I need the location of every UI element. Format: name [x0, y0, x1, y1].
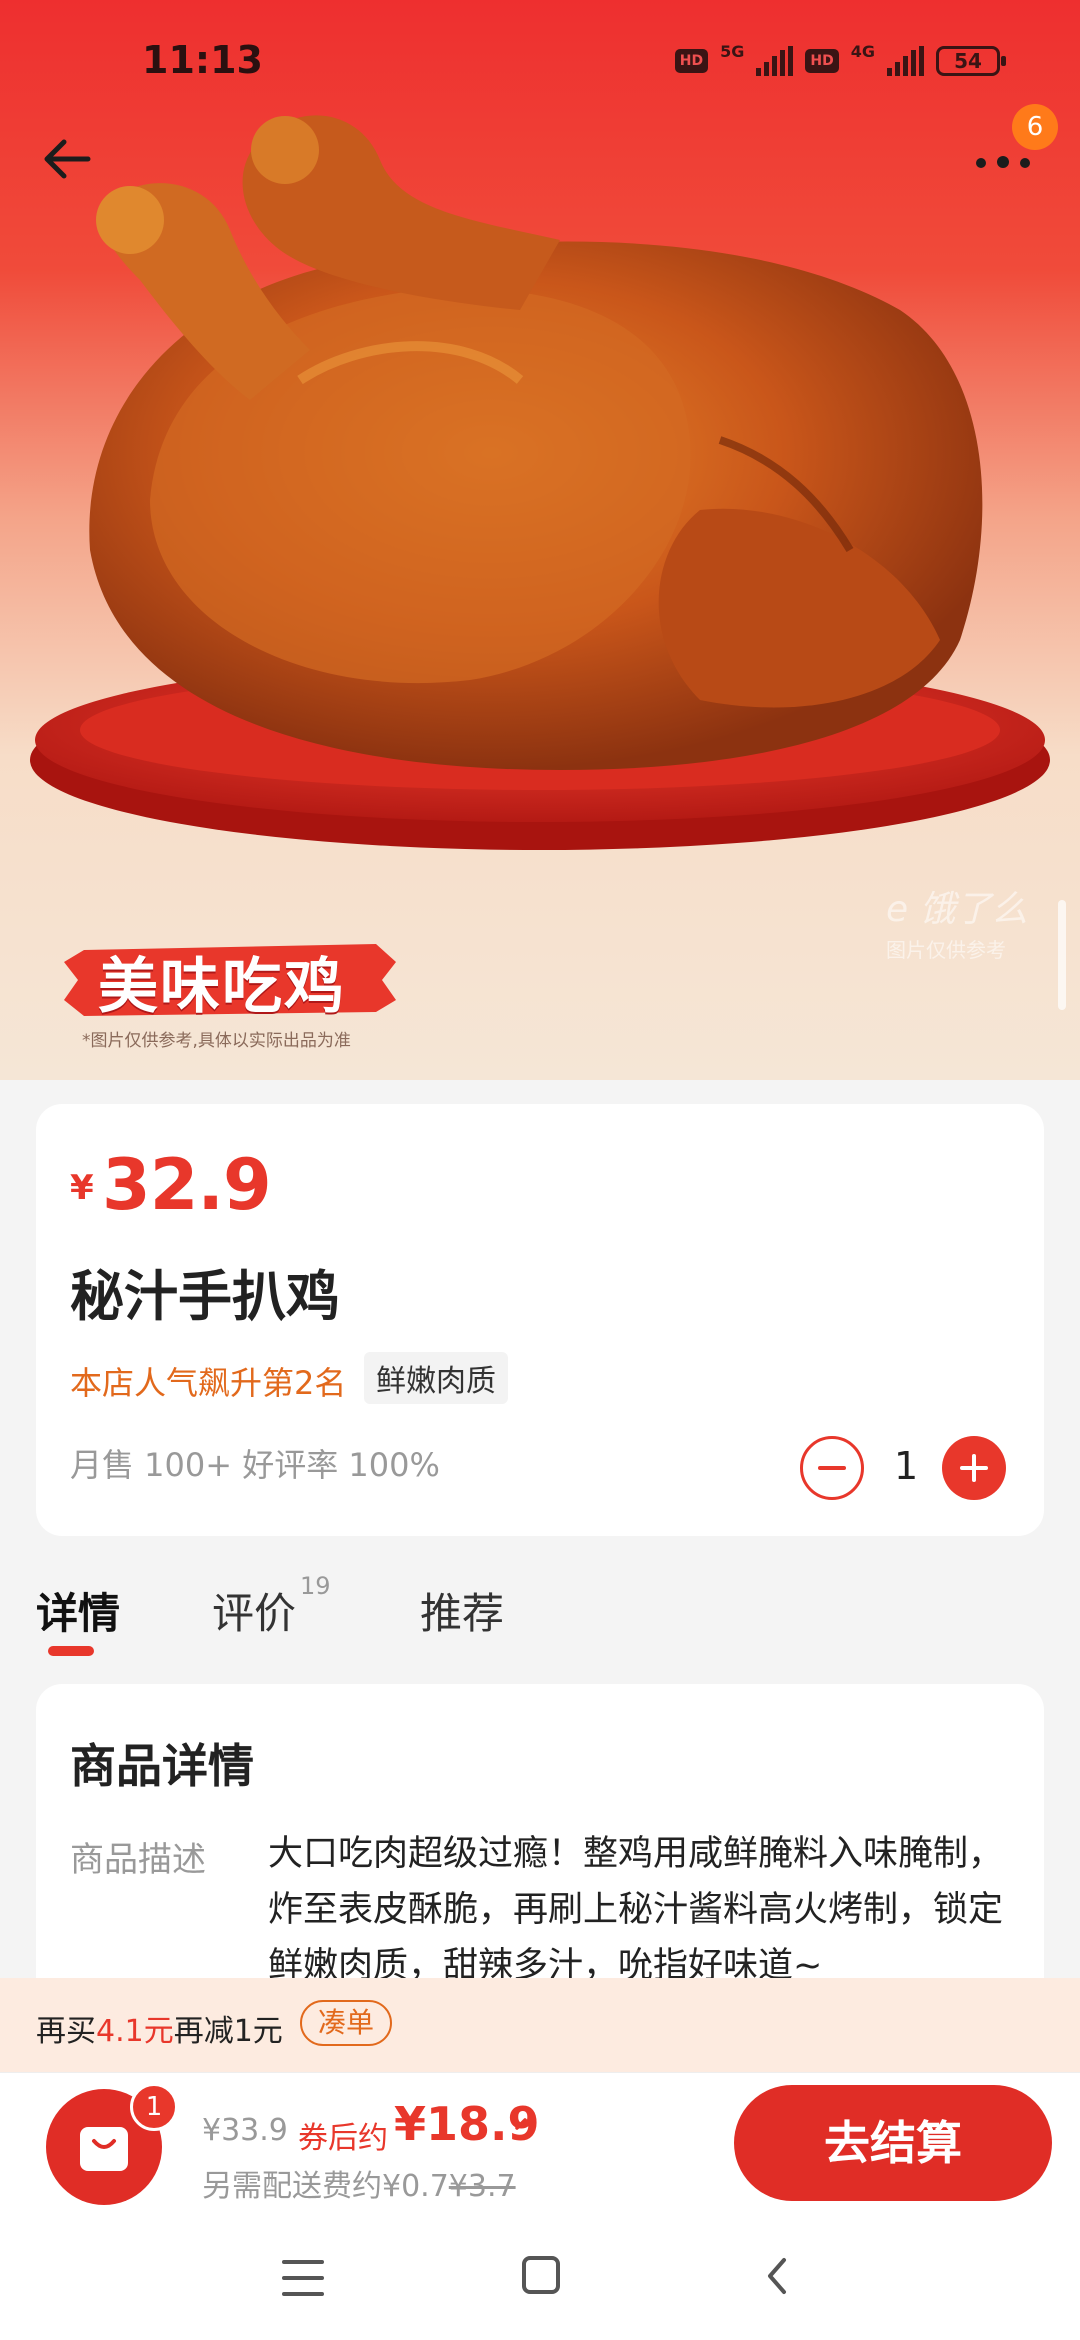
nav-back-icon[interactable] — [758, 2256, 798, 2296]
network-5g-label: 5G — [720, 41, 745, 61]
signal-icon — [756, 46, 794, 76]
popularity-rank[interactable]: 本店人气飙升第2名 — [70, 1358, 346, 1404]
image-scroll-indicator — [1058, 900, 1066, 1010]
back-button[interactable] — [36, 128, 98, 190]
details-title: 商品详情 — [70, 1739, 254, 1793]
arrow-left-icon — [44, 139, 91, 179]
message-count-badge: 6 — [1012, 104, 1058, 150]
tab-label: 推荐 — [420, 1589, 505, 1638]
product-name: 秘汁手扒鸡 — [70, 1265, 340, 1328]
after-coupon-label: 券后约 — [298, 2121, 388, 2156]
tab-recommend[interactable]: 推荐 — [420, 1580, 504, 1641]
active-tab-indicator — [48, 1646, 94, 1656]
promo-title: 美味吃鸡 — [98, 952, 346, 1022]
status-time: 11:13 — [142, 38, 263, 82]
description-label: 商品描述 — [70, 1840, 206, 1880]
signal-icon — [887, 46, 924, 76]
tab-details[interactable]: 详情 — [36, 1580, 120, 1641]
hd-icon: HD — [805, 49, 839, 73]
delivery-fee-original: ¥3.7 — [448, 2169, 516, 2204]
discount-promo-strip: 再买4.1元再减1元 凑单 — [0, 1978, 1080, 2072]
tab-label: 评价 — [212, 1589, 297, 1638]
system-nav-bar — [0, 2212, 1080, 2340]
watermark-subtitle: 图片仅供参考 — [886, 938, 1006, 962]
home-button[interactable] — [522, 2256, 560, 2294]
quantity-value: 1 — [894, 1444, 919, 1488]
review-count: 19 — [300, 1572, 331, 1600]
description-text: 大口吃肉超级过瘾！整鸡用咸鲜腌料入味腌制，炸至表皮酥脆，再刷上秘汁酱料高火烤制，… — [268, 1834, 1004, 1986]
product-image-hero: 11:13 HD 5G HD 4G 54 6 美味吃鸡 *图片仅供参考,具体以实… — [0, 0, 1080, 1080]
chevron-up-icon[interactable] — [512, 2111, 538, 2137]
status-bar: 11:13 HD 5G HD 4G 54 — [0, 0, 1080, 120]
add-items-button[interactable]: 凑单 — [300, 2000, 393, 2046]
hd-icon: HD — [674, 49, 709, 73]
increase-quantity-button[interactable] — [942, 1436, 1006, 1500]
status-icons: HD 5G HD 4G 54 — [674, 42, 1006, 76]
delivery-fee: 另需配送费约¥0.7¥3.7 — [202, 2161, 516, 2205]
promo-text-before: 再买 — [36, 2014, 96, 2049]
cart-count-badge: 1 — [130, 2083, 178, 2131]
promo-text-after: 再减1元 — [173, 2014, 283, 2049]
network-4g-label: 4G — [850, 41, 875, 61]
more-dots-icon — [976, 158, 986, 168]
original-total: ¥33.9 — [202, 2113, 288, 2148]
recent-apps-button[interactable] — [282, 2260, 324, 2296]
price-currency: ¥ — [70, 1168, 94, 1208]
watermark: e 饿了么 图片仅供参考 — [886, 880, 1028, 963]
tab-reviews[interactable]: 评价 19 — [212, 1572, 331, 1641]
roast-chicken-image — [30, 115, 1050, 850]
sales-stats: 月售 100+ 好评率 100% — [70, 1446, 440, 1484]
shopping-bag-icon — [80, 2127, 128, 2171]
decrease-quantity-button[interactable] — [800, 1436, 864, 1500]
detail-tabs: 详情 评价 19 推荐 — [0, 1572, 1080, 1660]
product-info-card: ¥ 32.9 秘汁手扒鸡 本店人气飙升第2名 鲜嫩肉质 月售 100+ 好评率 … — [36, 1104, 1044, 1536]
delivery-fee-text: 另需配送费约¥0.7 — [202, 2169, 449, 2204]
checkout-bar: 1 ¥33.9 券后约 ¥18.9 另需配送费约¥0.7¥3.7 去结算 — [0, 2072, 1080, 2212]
watermark-logo: e 饿了么 — [886, 889, 1028, 930]
battery-icon: 54 — [936, 46, 1006, 76]
checkout-button[interactable]: 去结算 — [734, 2085, 1052, 2201]
promo-amount: 4.1元 — [96, 2014, 174, 2049]
product-price: 32.9 — [102, 1144, 272, 1226]
feature-tag: 鲜嫩肉质 — [364, 1352, 508, 1404]
image-disclaimer: *图片仅供参考,具体以实际出品为准 — [82, 1031, 351, 1051]
tab-label: 详情 — [36, 1589, 121, 1638]
discount-message: 再买4.1元再减1元 — [36, 2006, 283, 2050]
